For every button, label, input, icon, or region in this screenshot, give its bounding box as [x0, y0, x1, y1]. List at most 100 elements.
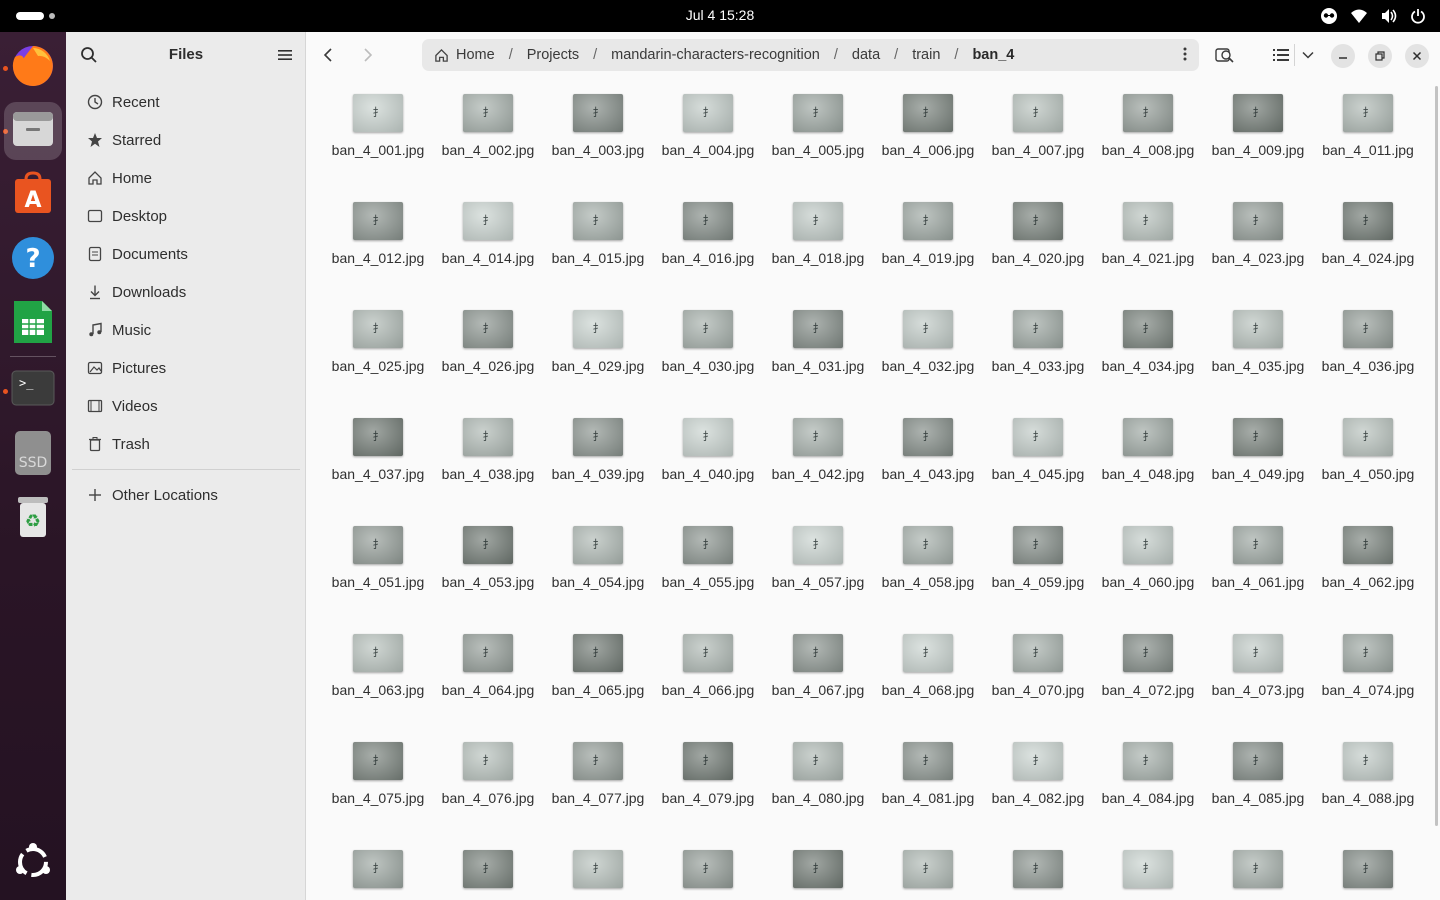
file-item[interactable]: ⺘ ban_4_053.jpg — [441, 526, 535, 591]
file-item[interactable]: ⺘ ban_4_070.jpg — [991, 634, 1085, 699]
file-item[interactable]: ⺘ — [771, 850, 865, 888]
file-item[interactable]: ⺘ ban_4_061.jpg — [1211, 526, 1305, 591]
dock-terminal[interactable]: >_ — [9, 366, 57, 414]
file-item[interactable]: ⺘ ban_4_082.jpg — [991, 742, 1085, 807]
file-item[interactable]: ⺘ ban_4_005.jpg — [771, 94, 865, 159]
file-item[interactable]: ⺘ — [661, 850, 755, 888]
file-item[interactable]: ⺘ ban_4_007.jpg — [991, 94, 1085, 159]
file-item[interactable]: ⺘ ban_4_018.jpg — [771, 202, 865, 267]
file-item[interactable]: ⺘ ban_4_038.jpg — [441, 418, 535, 483]
file-item[interactable]: ⺘ ban_4_062.jpg — [1321, 526, 1415, 591]
file-item[interactable]: ⺘ ban_4_065.jpg — [551, 634, 645, 699]
file-item[interactable]: ⺘ ban_4_059.jpg — [991, 526, 1085, 591]
dock-libreoffice-calc[interactable] — [9, 300, 57, 348]
clock[interactable]: Jul 4 15:28 — [0, 0, 1440, 32]
chevron-down-icon[interactable] — [1300, 43, 1316, 67]
file-item[interactable]: ⺘ — [331, 850, 425, 888]
file-item[interactable]: ⺘ ban_4_016.jpg — [661, 202, 755, 267]
dock-firefox[interactable] — [9, 44, 57, 92]
file-item[interactable]: ⺘ ban_4_004.jpg — [661, 94, 755, 159]
file-item[interactable]: ⺘ — [991, 850, 1085, 888]
file-item[interactable]: ⺘ ban_4_030.jpg — [661, 310, 755, 375]
path-bar[interactable]: Home / Projects / mandarin-characters-re… — [422, 39, 1199, 71]
file-item[interactable]: ⺘ ban_4_058.jpg — [881, 526, 975, 591]
file-item[interactable]: ⺘ — [551, 850, 645, 888]
search-files-icon[interactable] — [1213, 43, 1237, 67]
file-item[interactable]: ⺘ ban_4_045.jpg — [991, 418, 1085, 483]
file-item[interactable]: ⺘ ban_4_048.jpg — [1101, 418, 1195, 483]
system-tray[interactable] — [1320, 0, 1426, 32]
dock-show-apps[interactable] — [9, 840, 57, 888]
file-item[interactable]: ⺘ ban_4_054.jpg — [551, 526, 645, 591]
more-vertical-icon[interactable] — [1183, 47, 1187, 65]
file-item[interactable]: ⺘ ban_4_039.jpg — [551, 418, 645, 483]
file-item[interactable]: ⺘ ban_4_003.jpg — [551, 94, 645, 159]
file-item[interactable]: ⺘ ban_4_008.jpg — [1101, 94, 1195, 159]
file-item[interactable]: ⺘ ban_4_021.jpg — [1101, 202, 1195, 267]
file-item[interactable]: ⺘ ban_4_077.jpg — [551, 742, 645, 807]
power-icon[interactable] — [1410, 8, 1426, 24]
file-item[interactable]: ⺘ ban_4_029.jpg — [551, 310, 645, 375]
sidebar-item-trash[interactable]: Trash — [72, 425, 300, 463]
sidebar-item-recent[interactable]: Recent — [72, 83, 300, 121]
sidebar-item-videos[interactable]: Videos — [72, 387, 300, 425]
close-button[interactable] — [1405, 44, 1429, 68]
sidebar-item-desktop[interactable]: Desktop — [72, 197, 300, 235]
dock-trash[interactable]: ♻ — [9, 494, 57, 542]
file-item[interactable]: ⺘ — [1211, 850, 1305, 888]
file-item[interactable]: ⺘ ban_4_084.jpg — [1101, 742, 1195, 807]
file-item[interactable]: ⺘ — [1101, 850, 1195, 888]
file-item[interactable]: ⺘ ban_4_042.jpg — [771, 418, 865, 483]
volume-icon[interactable] — [1380, 8, 1398, 24]
file-item[interactable]: ⺘ ban_4_001.jpg — [331, 94, 425, 159]
file-item[interactable]: ⺘ — [881, 850, 975, 888]
dock-files[interactable] — [4, 102, 62, 160]
sidebar-item-documents[interactable]: Documents — [72, 235, 300, 273]
accessibility-icon[interactable] — [1320, 7, 1338, 25]
file-item[interactable]: ⺘ ban_4_049.jpg — [1211, 418, 1305, 483]
file-item[interactable]: ⺘ ban_4_073.jpg — [1211, 634, 1305, 699]
file-item[interactable]: ⺘ ban_4_076.jpg — [441, 742, 535, 807]
file-item[interactable]: ⺘ ban_4_067.jpg — [771, 634, 865, 699]
crumb-home[interactable]: Home — [434, 47, 495, 63]
file-item[interactable]: ⺘ ban_4_060.jpg — [1101, 526, 1195, 591]
forward-button[interactable] — [356, 43, 380, 67]
file-item[interactable]: ⺘ ban_4_020.jpg — [991, 202, 1085, 267]
file-item[interactable]: ⺘ ban_4_025.jpg — [331, 310, 425, 375]
file-item[interactable]: ⺘ ban_4_026.jpg — [441, 310, 535, 375]
hamburger-menu-icon[interactable] — [278, 48, 292, 66]
sidebar-item-downloads[interactable]: Downloads — [72, 273, 300, 311]
file-item[interactable]: ⺘ ban_4_080.jpg — [771, 742, 865, 807]
file-item[interactable]: ⺘ ban_4_032.jpg — [881, 310, 975, 375]
file-item[interactable]: ⺘ ban_4_068.jpg — [881, 634, 975, 699]
file-item[interactable]: ⺘ ban_4_015.jpg — [551, 202, 645, 267]
sidebar-item-starred[interactable]: Starred — [72, 121, 300, 159]
file-item[interactable]: ⺘ ban_4_055.jpg — [661, 526, 755, 591]
file-item[interactable]: ⺘ ban_4_085.jpg — [1211, 742, 1305, 807]
file-item[interactable]: ⺘ ban_4_051.jpg — [331, 526, 425, 591]
dock-ssd[interactable]: SSD — [9, 430, 57, 478]
file-item[interactable]: ⺘ ban_4_036.jpg — [1321, 310, 1415, 375]
maximize-button[interactable] — [1368, 44, 1392, 68]
file-item[interactable]: ⺘ ban_4_023.jpg — [1211, 202, 1305, 267]
file-item[interactable]: ⺘ ban_4_009.jpg — [1211, 94, 1305, 159]
file-item[interactable]: ⺘ — [441, 850, 535, 888]
file-item[interactable]: ⺘ ban_4_002.jpg — [441, 94, 535, 159]
file-item[interactable]: ⺘ ban_4_040.jpg — [661, 418, 755, 483]
file-item[interactable]: ⺘ ban_4_011.jpg — [1321, 94, 1415, 159]
file-item[interactable]: ⺘ ban_4_066.jpg — [661, 634, 755, 699]
dock-app-center[interactable]: A — [9, 170, 57, 220]
sidebar-item-home[interactable]: Home — [72, 159, 300, 197]
sidebar-item-pictures[interactable]: Pictures — [72, 349, 300, 387]
file-item[interactable]: ⺘ ban_4_072.jpg — [1101, 634, 1195, 699]
file-item[interactable]: ⺘ ban_4_012.jpg — [331, 202, 425, 267]
file-item[interactable]: ⺘ ban_4_050.jpg — [1321, 418, 1415, 483]
file-item[interactable]: ⺘ ban_4_075.jpg — [331, 742, 425, 807]
scrollbar[interactable] — [1435, 86, 1438, 826]
file-item[interactable]: ⺘ ban_4_063.jpg — [331, 634, 425, 699]
file-item[interactable]: ⺘ ban_4_014.jpg — [441, 202, 535, 267]
file-item[interactable]: ⺘ ban_4_019.jpg — [881, 202, 975, 267]
crumb-train[interactable]: train — [912, 47, 940, 63]
file-item[interactable]: ⺘ ban_4_033.jpg — [991, 310, 1085, 375]
back-button[interactable] — [316, 43, 340, 67]
